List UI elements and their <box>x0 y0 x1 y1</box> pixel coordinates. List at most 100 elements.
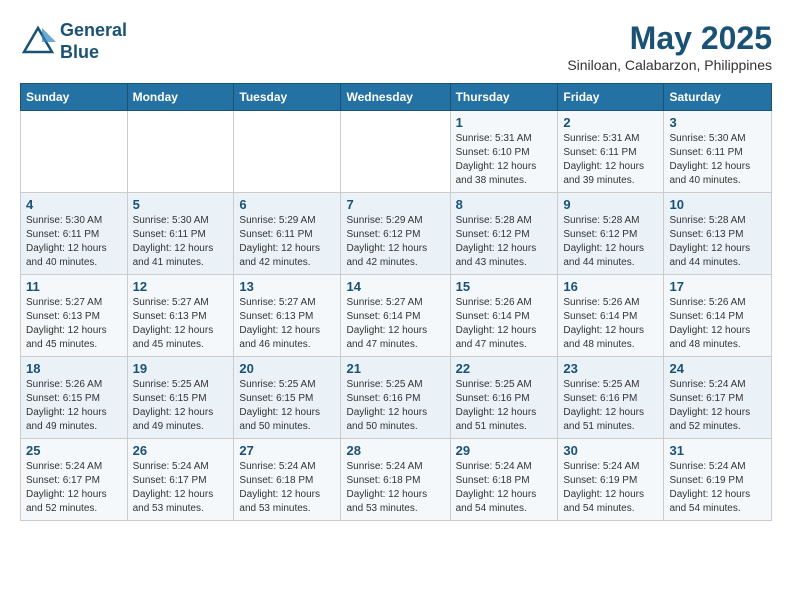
logo-text: General Blue <box>60 20 127 63</box>
day-number: 6 <box>239 197 335 212</box>
day-info: Sunrise: 5:28 AM Sunset: 6:12 PM Dayligh… <box>563 214 658 270</box>
day-info: Sunrise: 5:24 AM Sunset: 6:19 PM Dayligh… <box>563 460 658 516</box>
day-info: Sunrise: 5:27 AM Sunset: 6:13 PM Dayligh… <box>239 296 335 352</box>
day-info: Sunrise: 5:24 AM Sunset: 6:18 PM Dayligh… <box>346 460 444 516</box>
logo-line1: General <box>60 20 127 42</box>
day-cell <box>234 111 341 193</box>
day-number: 13 <box>239 279 335 294</box>
day-info: Sunrise: 5:24 AM Sunset: 6:17 PM Dayligh… <box>669 378 766 434</box>
day-info: Sunrise: 5:24 AM Sunset: 6:18 PM Dayligh… <box>239 460 335 516</box>
title-area: May 2025 Siniloan, Calabarzon, Philippin… <box>567 20 772 73</box>
week-row-1: 4Sunrise: 5:30 AM Sunset: 6:11 PM Daylig… <box>21 193 772 275</box>
header-friday: Friday <box>558 84 664 111</box>
day-cell: 29Sunrise: 5:24 AM Sunset: 6:18 PM Dayli… <box>450 439 558 521</box>
week-row-2: 11 Sunrise: 5:27 AM Sunset: 6:13 PM Dayli… <box>21 275 772 357</box>
day-cell: 5Sunrise: 5:30 AM Sunset: 6:11 PM Daylig… <box>127 193 234 275</box>
day-cell: 13 Sunrise: 5:27 AM Sunset: 6:13 PM Dayli… <box>234 275 341 357</box>
day-info: Sunrise: 5:25 AM Sunset: 6:16 PM Dayligh… <box>346 378 444 434</box>
day-info: Sunrise: 5:27 AM Sunset: 6:13 PM Dayligh… <box>133 296 229 352</box>
header-saturday: Saturday <box>664 84 772 111</box>
day-number: 30 <box>563 443 658 458</box>
day-cell: 17Sunrise: 5:26 AM Sunset: 6:14 PM Dayli… <box>664 275 772 357</box>
header-thursday: Thursday <box>450 84 558 111</box>
day-cell: 8 Sunrise: 5:28 AM Sunset: 6:12 PM Daylig… <box>450 193 558 275</box>
day-cell <box>21 111 128 193</box>
day-cell: 25Sunrise: 5:24 AM Sunset: 6:17 PM Dayli… <box>21 439 128 521</box>
day-info: Sunrise: 5:24 AM Sunset: 6:17 PM Dayligh… <box>26 460 122 516</box>
day-info: Sunrise: 5:24 AM Sunset: 6:17 PM Dayligh… <box>133 460 229 516</box>
day-number: 28 <box>346 443 444 458</box>
day-info: Sunrise: 5:31 AM Sunset: 6:11 PM Dayligh… <box>563 132 658 188</box>
day-info: Sunrise: 5:25 AM Sunset: 6:15 PM Dayligh… <box>239 378 335 434</box>
day-info: Sunrise: 5:30 AM Sunset: 6:11 PM Dayligh… <box>26 214 122 270</box>
day-number: 9 <box>563 197 658 212</box>
day-cell: 1 Sunrise: 5:31 AM Sunset: 6:10 PM Daylig… <box>450 111 558 193</box>
day-cell: 30 Sunrise: 5:24 AM Sunset: 6:19 PM Dayli… <box>558 439 664 521</box>
day-number: 5 <box>133 197 229 212</box>
day-info: Sunrise: 5:28 AM Sunset: 6:13 PM Dayligh… <box>669 214 766 270</box>
day-number: 7 <box>346 197 444 212</box>
day-number: 23 <box>563 361 658 376</box>
day-cell: 2 Sunrise: 5:31 AM Sunset: 6:11 PM Daylig… <box>558 111 664 193</box>
day-number: 18 <box>26 361 122 376</box>
day-number: 17 <box>669 279 766 294</box>
day-cell: 28 Sunrise: 5:24 AM Sunset: 6:18 PM Dayli… <box>341 439 450 521</box>
day-number: 3 <box>669 115 766 130</box>
day-cell: 15 Sunrise: 5:26 AM Sunset: 6:14 PM Dayli… <box>450 275 558 357</box>
day-info: Sunrise: 5:30 AM Sunset: 6:11 PM Dayligh… <box>669 132 766 188</box>
logo: General Blue <box>20 20 127 63</box>
calendar-table: SundayMondayTuesdayWednesdayThursdayFrid… <box>20 83 772 521</box>
day-number: 22 <box>456 361 553 376</box>
logo-line2: Blue <box>60 42 127 64</box>
day-cell: 9 Sunrise: 5:28 AM Sunset: 6:12 PM Daylig… <box>558 193 664 275</box>
day-number: 11 <box>26 279 122 294</box>
day-number: 29 <box>456 443 553 458</box>
day-number: 1 <box>456 115 553 130</box>
day-info: Sunrise: 5:24 AM Sunset: 6:19 PM Dayligh… <box>669 460 766 516</box>
day-number: 26 <box>133 443 229 458</box>
day-number: 8 <box>456 197 553 212</box>
week-row-0: 1 Sunrise: 5:31 AM Sunset: 6:10 PM Daylig… <box>21 111 772 193</box>
day-info: Sunrise: 5:29 AM Sunset: 6:12 PM Dayligh… <box>346 214 444 270</box>
day-number: 15 <box>456 279 553 294</box>
day-number: 27 <box>239 443 335 458</box>
day-number: 10 <box>669 197 766 212</box>
week-row-4: 25Sunrise: 5:24 AM Sunset: 6:17 PM Dayli… <box>21 439 772 521</box>
day-cell: 7 Sunrise: 5:29 AM Sunset: 6:12 PM Daylig… <box>341 193 450 275</box>
logo-icon <box>20 24 56 60</box>
day-cell: 4Sunrise: 5:30 AM Sunset: 6:11 PM Daylig… <box>21 193 128 275</box>
calendar-header-row: SundayMondayTuesdayWednesdayThursdayFrid… <box>21 84 772 111</box>
day-cell <box>127 111 234 193</box>
day-info: Sunrise: 5:27 AM Sunset: 6:14 PM Dayligh… <box>346 296 444 352</box>
month-title: May 2025 <box>567 20 772 57</box>
header-wednesday: Wednesday <box>341 84 450 111</box>
day-info: Sunrise: 5:25 AM Sunset: 6:15 PM Dayligh… <box>133 378 229 434</box>
day-cell: 14Sunrise: 5:27 AM Sunset: 6:14 PM Dayli… <box>341 275 450 357</box>
day-number: 20 <box>239 361 335 376</box>
day-info: Sunrise: 5:31 AM Sunset: 6:10 PM Dayligh… <box>456 132 553 188</box>
day-info: Sunrise: 5:26 AM Sunset: 6:14 PM Dayligh… <box>563 296 658 352</box>
day-cell: 18 Sunrise: 5:26 AM Sunset: 6:15 PM Dayli… <box>21 357 128 439</box>
day-info: Sunrise: 5:25 AM Sunset: 6:16 PM Dayligh… <box>456 378 553 434</box>
day-number: 2 <box>563 115 658 130</box>
day-cell: 3 Sunrise: 5:30 AM Sunset: 6:11 PM Daylig… <box>664 111 772 193</box>
day-cell <box>341 111 450 193</box>
header-sunday: Sunday <box>21 84 128 111</box>
day-cell: 16 Sunrise: 5:26 AM Sunset: 6:14 PM Dayli… <box>558 275 664 357</box>
day-number: 16 <box>563 279 658 294</box>
day-cell: 6Sunrise: 5:29 AM Sunset: 6:11 PM Daylig… <box>234 193 341 275</box>
day-number: 19 <box>133 361 229 376</box>
day-cell: 11Sunrise: 5:27 AM Sunset: 6:13 PM Dayli… <box>21 275 128 357</box>
day-cell: 22 Sunrise: 5:25 AM Sunset: 6:16 PM Dayli… <box>450 357 558 439</box>
day-info: Sunrise: 5:28 AM Sunset: 6:12 PM Dayligh… <box>456 214 553 270</box>
day-cell: 26 Sunrise: 5:24 AM Sunset: 6:17 PM Dayli… <box>127 439 234 521</box>
day-cell: 31 Sunrise: 5:24 AM Sunset: 6:19 PM Dayli… <box>664 439 772 521</box>
day-cell: 10 Sunrise: 5:28 AM Sunset: 6:13 PM Dayli… <box>664 193 772 275</box>
day-cell: 23Sunrise: 5:25 AM Sunset: 6:16 PM Dayli… <box>558 357 664 439</box>
day-cell: 27 Sunrise: 5:24 AM Sunset: 6:18 PM Dayli… <box>234 439 341 521</box>
day-info: Sunrise: 5:26 AM Sunset: 6:15 PM Dayligh… <box>26 378 122 434</box>
day-info: Sunrise: 5:26 AM Sunset: 6:14 PM Dayligh… <box>456 296 553 352</box>
header: General Blue May 2025 Siniloan, Calabarz… <box>20 20 772 73</box>
day-number: 31 <box>669 443 766 458</box>
day-cell: 19 Sunrise: 5:25 AM Sunset: 6:15 PM Dayli… <box>127 357 234 439</box>
